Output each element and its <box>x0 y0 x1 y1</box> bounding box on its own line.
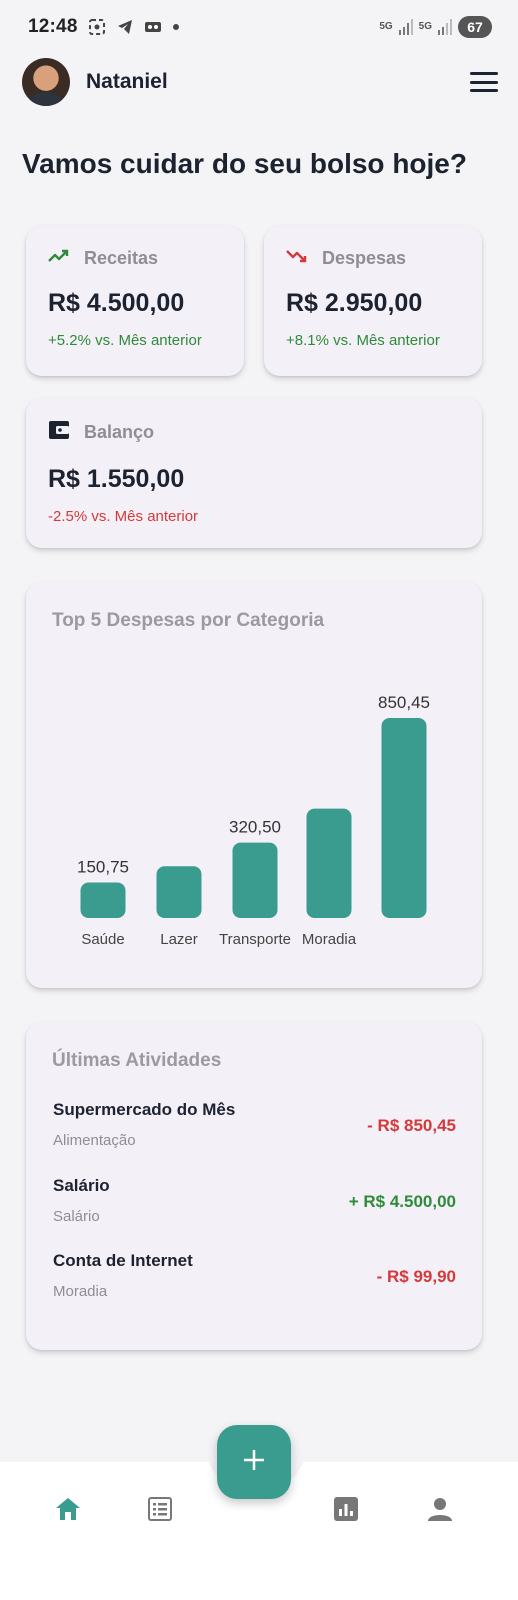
add-transaction-button[interactable] <box>217 1425 291 1499</box>
hamburger-menu-icon[interactable] <box>470 70 498 94</box>
category-tick-label: Lazer <box>160 931 198 948</box>
despesas-delta: +8.1% vs. Mês anterior <box>286 332 440 349</box>
activity-title: Supermercado do Mês <box>53 1100 236 1119</box>
activity-title: Conta de Internet <box>53 1251 193 1270</box>
category-tick-label: Moradia <box>302 931 357 948</box>
signal-icon-2 <box>438 19 452 35</box>
activity-title: Salário <box>53 1176 110 1195</box>
activity-item[interactable]: Conta de Internet Moradia - R$ 99,90 <box>53 1251 456 1311</box>
battery-indicator: 67 <box>458 16 492 38</box>
despesas-card-head: Despesas <box>286 248 460 269</box>
nav-home-tab[interactable] <box>53 1496 83 1526</box>
wallet-icon <box>48 420 70 445</box>
bar-chart: 150,75 Saúde Lazer 320,50 Transporte Moradia 8… <box>77 693 430 948</box>
bar-value-label: 150,75 <box>77 858 129 877</box>
chart-bar[interactable] <box>232 842 278 918</box>
nav-transactions-tab[interactable] <box>145 1496 175 1526</box>
plus-icon <box>242 1448 266 1477</box>
despesas-amount: R$ 2.950,00 <box>286 289 423 317</box>
chart-icon <box>333 1496 359 1527</box>
balanco-delta: -2.5% vs. Mês anterior <box>48 508 199 525</box>
receitas-card-head: Receitas <box>48 248 222 269</box>
category-tick-label: Transporte <box>219 931 291 948</box>
activity-category: Moradia <box>53 1283 108 1300</box>
despesas-label: Despesas <box>322 248 407 268</box>
receitas-label: Receitas <box>84 248 159 268</box>
balanco-card-head: Balanço <box>48 420 460 445</box>
activity-amount: - R$ 850,45 <box>367 1116 456 1135</box>
nav-profile-tab[interactable] <box>425 1496 455 1526</box>
category-tick-label: Saúde <box>81 931 124 948</box>
receitas-amount: R$ 4.500,00 <box>48 289 185 317</box>
app-header: Nataniel <box>22 56 498 108</box>
home-icon <box>54 1496 82 1527</box>
balanco-card[interactable]: Balanço R$ 1.550,00 -2.5% vs. Mês anteri… <box>26 398 482 548</box>
balanco-amount: R$ 1.550,00 <box>48 465 185 493</box>
user-info: Nataniel <box>22 58 168 106</box>
network-type-2: 5G <box>418 21 432 32</box>
telegram-icon <box>116 18 134 36</box>
chart-bar[interactable] <box>156 866 202 918</box>
recent-activities-card: Últimas Atividades Supermercado do Mês A… <box>26 1022 482 1350</box>
signal-icon-1 <box>398 19 413 35</box>
voicemail-icon <box>144 18 162 36</box>
status-left: 12:48 <box>28 16 180 38</box>
activities-title: Últimas Atividades <box>52 1050 222 1071</box>
despesas-card[interactable]: Despesas R$ 2.950,00 +8.1% vs. Mês anter… <box>264 226 482 376</box>
activity-category: Alimentação <box>53 1132 136 1149</box>
chart-bar[interactable] <box>306 808 352 918</box>
bar-value-label: 850,45 <box>378 693 430 712</box>
notification-dot-icon <box>172 23 180 31</box>
receitas-card[interactable]: Receitas R$ 4.500,00 +5.2% vs. Mês anter… <box>26 226 244 376</box>
status-time: 12:48 <box>28 16 78 37</box>
chart-bar[interactable] <box>80 882 126 918</box>
trending-up-icon <box>48 248 70 269</box>
bar-value-label: 320,50 <box>229 818 281 837</box>
activity-amount: + R$ 4.500,00 <box>348 1192 456 1211</box>
top-expenses-chart-card: Top 5 Despesas por Categoria 150,75 Saúde… <box>26 582 482 988</box>
list-icon <box>147 1496 173 1527</box>
status-bar: 12:48 5G 5G 67 <box>0 0 518 54</box>
balanco-label: Balanço <box>84 422 155 442</box>
avatar[interactable] <box>22 58 70 106</box>
trending-down-icon <box>286 248 308 269</box>
activity-category: Salário <box>53 1208 100 1225</box>
activity-amount: - R$ 99,90 <box>376 1267 456 1286</box>
activity-item[interactable]: Salário Salário + R$ 4.500,00 <box>53 1176 456 1236</box>
page-title: Vamos cuidar do seu bolso hoje? <box>22 148 467 179</box>
screenshot-icon <box>88 18 106 36</box>
chart-bar[interactable] <box>381 718 427 918</box>
status-right: 5G 5G 67 <box>379 16 492 38</box>
user-name: Nataniel <box>86 70 168 93</box>
activity-item[interactable]: Supermercado do Mês Alimentação - R$ 850… <box>53 1100 456 1160</box>
profile-icon <box>427 1496 453 1527</box>
nav-reports-tab[interactable] <box>331 1496 361 1526</box>
receitas-delta: +5.2% vs. Mês anterior <box>48 332 202 349</box>
network-type-1: 5G <box>379 21 393 32</box>
